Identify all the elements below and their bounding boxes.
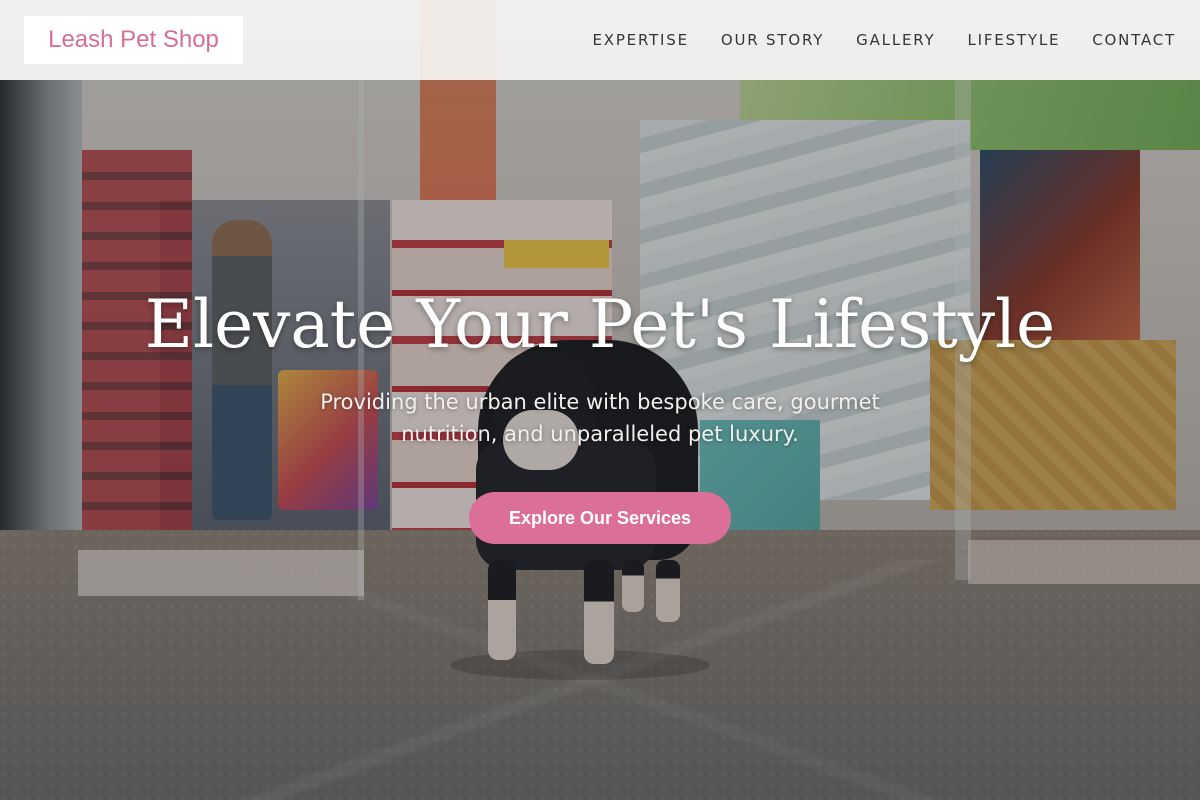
site-header: Leash Pet Shop EXPERTISE OUR STORY GALLE… <box>0 0 1200 80</box>
nav-link-our-story[interactable]: OUR STORY <box>721 31 824 49</box>
nav-link-contact[interactable]: CONTACT <box>1092 31 1176 49</box>
nav-link-lifestyle[interactable]: LIFESTYLE <box>967 31 1060 49</box>
explore-services-button[interactable]: Explore Our Services <box>469 492 731 544</box>
hero-content: Elevate Your Pet's Lifestyle Providing t… <box>0 280 1200 544</box>
nav-link-gallery[interactable]: GALLERY <box>856 31 935 49</box>
main-nav: EXPERTISE OUR STORY GALLERY LIFESTYLE CO… <box>592 31 1176 49</box>
site-logo[interactable]: Leash Pet Shop <box>24 16 243 64</box>
nav-link-expertise[interactable]: EXPERTISE <box>592 31 688 49</box>
hero-title: Elevate Your Pet's Lifestyle <box>144 286 1056 363</box>
hero-subtitle: Providing the urban elite with bespoke c… <box>320 390 880 446</box>
